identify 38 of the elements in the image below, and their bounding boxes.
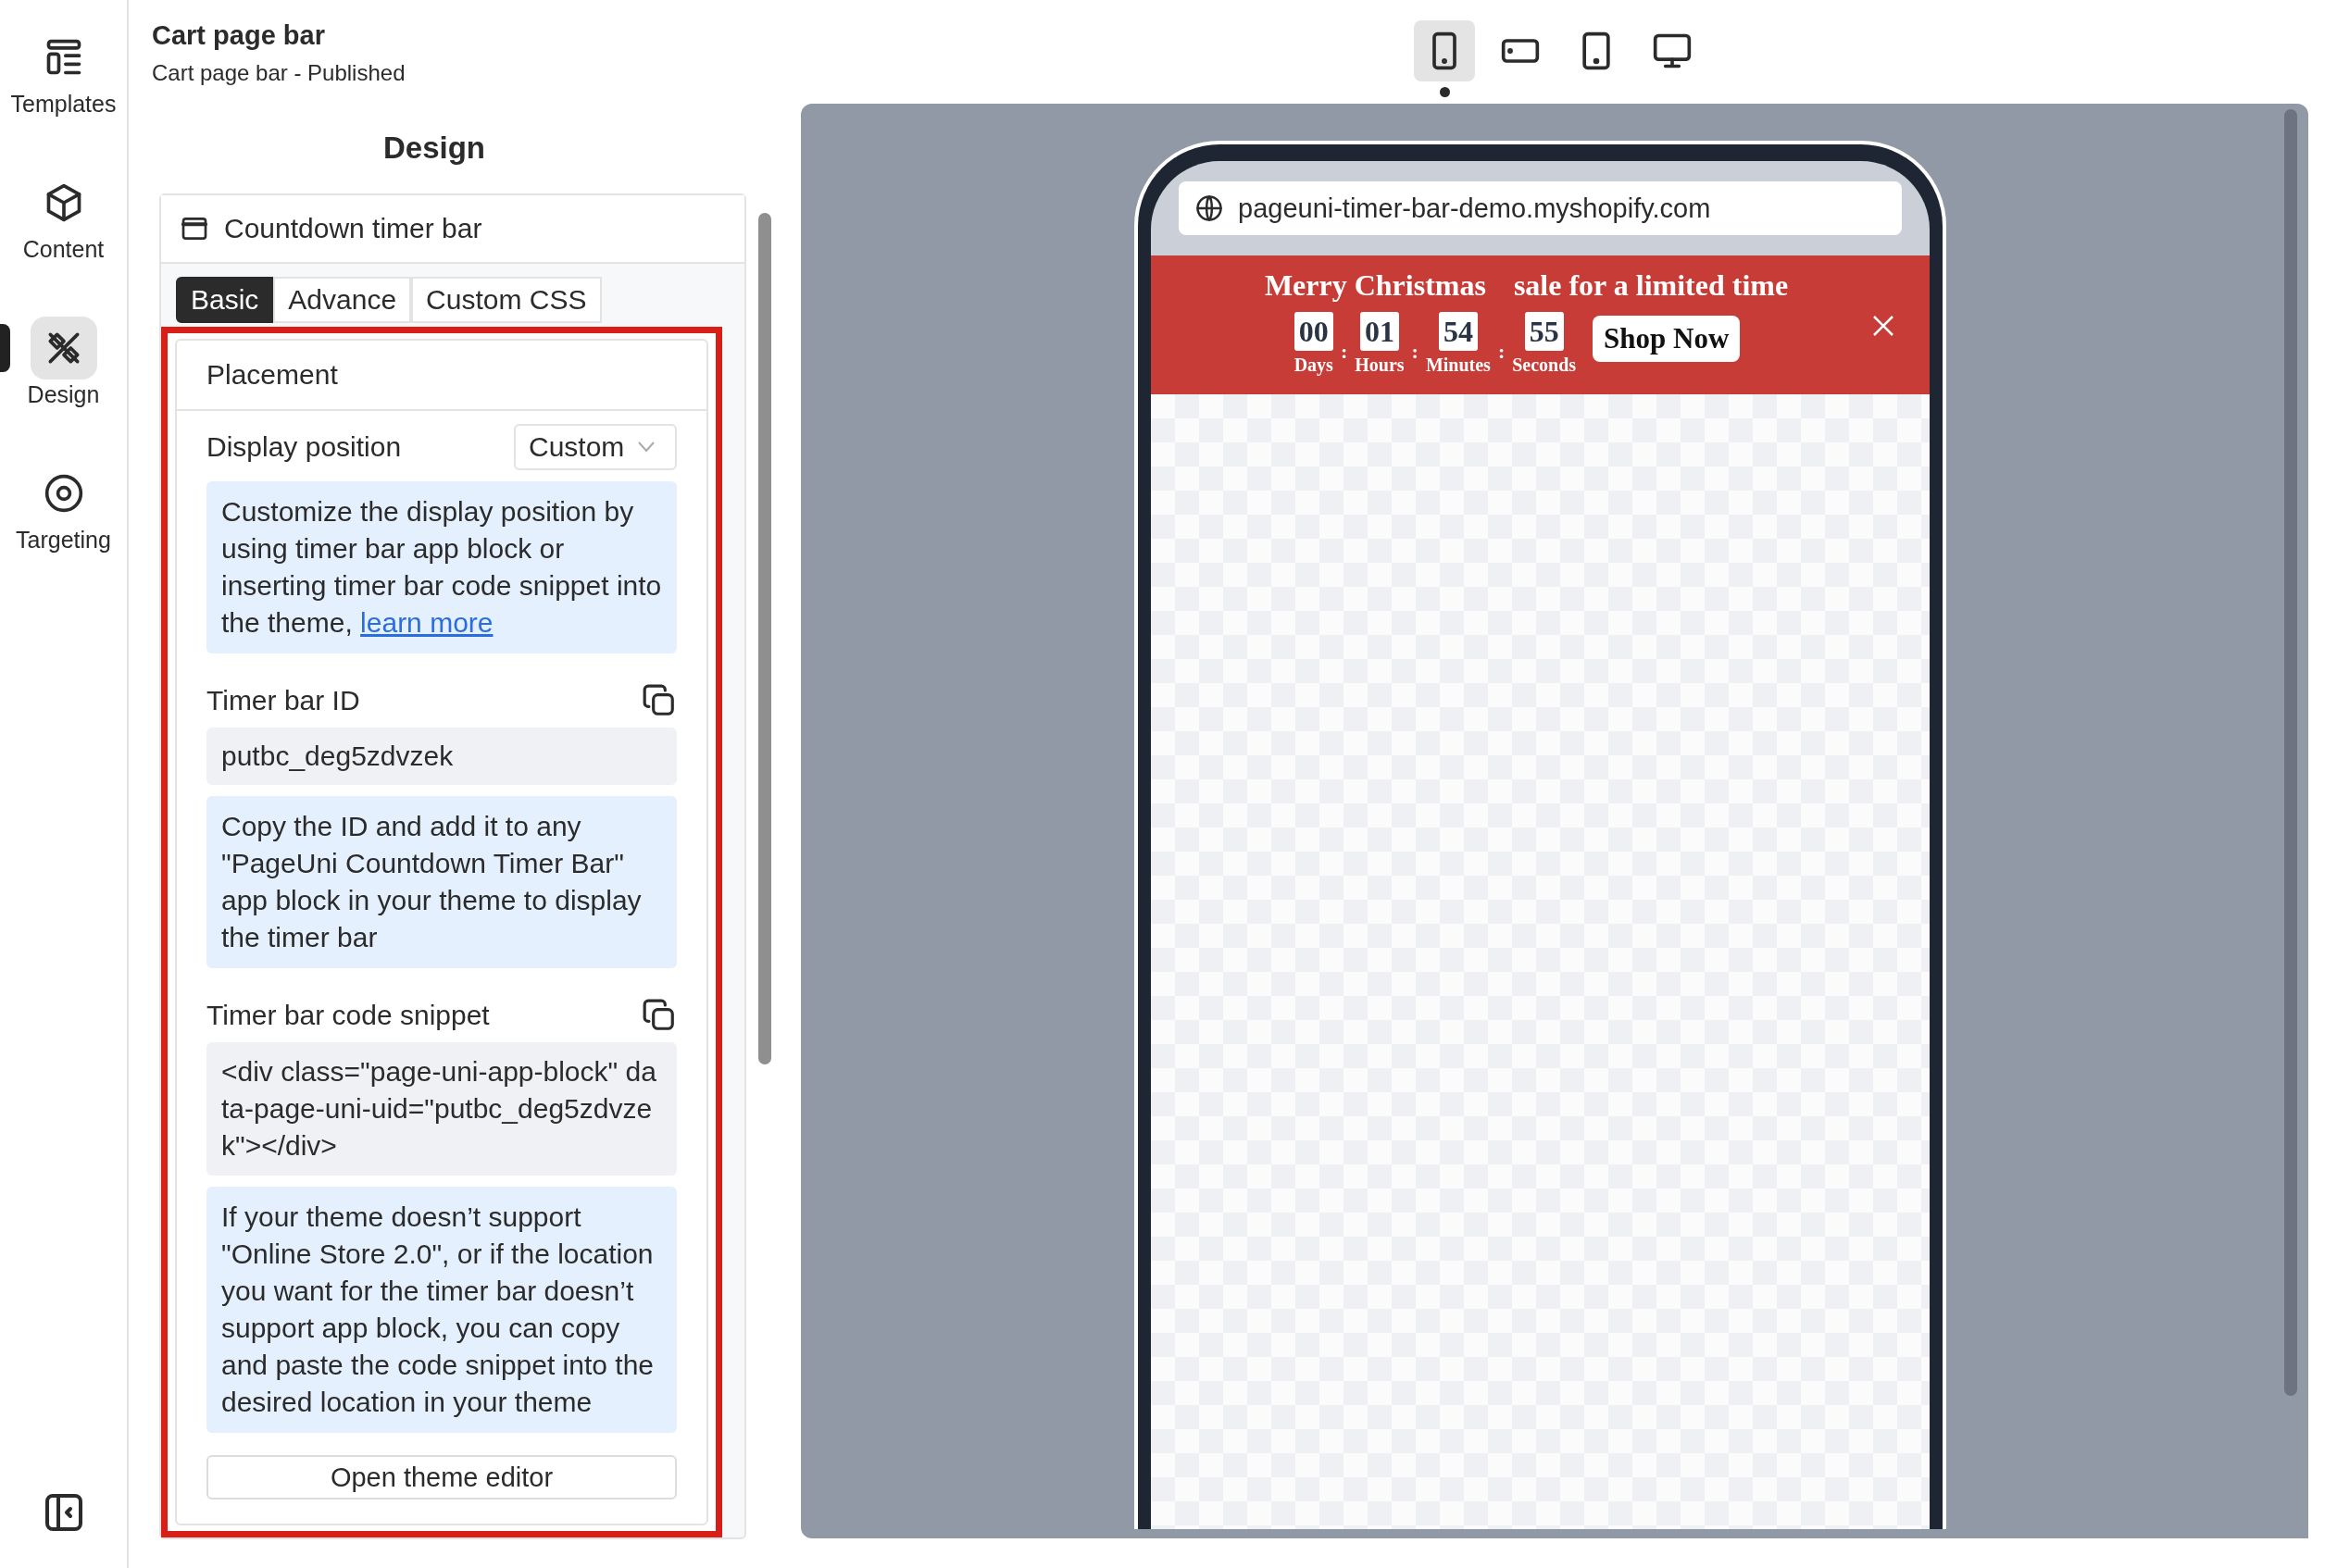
info-note: Customize the display position by using timer bar app block or inserting timer bar code snippet into the theme, learn more	[206, 481, 677, 653]
position-dropdown[interactable]: Custom	[514, 424, 677, 470]
colon-separator: :	[1411, 340, 1418, 364]
tab[interactable]: Basic	[176, 277, 274, 323]
colon-separator: :	[1497, 340, 1506, 364]
countdown-digits: 54	[1438, 312, 1478, 351]
tab[interactable]: Custom CSS	[411, 277, 602, 323]
countdown-digits: 00	[1293, 312, 1333, 351]
field-label: Timer bar ID	[206, 685, 360, 716]
open-theme-editor-button[interactable]: Open theme editor	[206, 1455, 677, 1500]
nav-item[interactable]: Templates	[0, 26, 128, 118]
field-label: Display position	[206, 431, 402, 463]
banner-subtitle: sale for a limited time	[1513, 268, 1789, 303]
url-text: pageuni-timer-bar-demo.myshopify.com	[1238, 193, 1711, 224]
colon-separator: :	[1340, 340, 1348, 364]
info-note: If your theme doesn’t support "Online Store 2.0", or if the location you want for the timer bar doesn’t support app block, you can copy and paste the code snippet into the desired location in your theme	[206, 1187, 677, 1433]
countdown-unit: Hours	[1355, 355, 1405, 376]
countdown-unit: Seconds	[1512, 355, 1577, 376]
tab[interactable]: Advance	[273, 277, 412, 323]
shop-now-button[interactable]: Shop Now	[1593, 316, 1741, 362]
nav-item[interactable]: Targeting	[0, 462, 128, 554]
countdown-unit: Minutes	[1425, 355, 1491, 376]
nav-item[interactable]: Design	[0, 317, 128, 408]
panel-heading: Design	[382, 131, 486, 166]
page-title: Cart page bar	[152, 20, 326, 51]
info-note: Copy the ID and add it to any "PageUni Countdown Timer Bar" app block in your theme to display the timer bar	[206, 796, 677, 968]
countdown-unit: Days	[1293, 355, 1333, 376]
timer-id-field[interactable]: putbc_deg5zdvzek	[206, 728, 677, 785]
countdown-digits: 55	[1524, 312, 1564, 351]
banner-title: Merry Christmas	[1264, 268, 1486, 303]
page-subtitle: Cart page bar - Published	[152, 60, 406, 86]
learn-more-link[interactable]: learn more	[360, 607, 494, 638]
section-title: Placement	[177, 341, 706, 411]
field-label: Timer bar code snippet	[206, 1000, 490, 1031]
countdown-digits: 01	[1359, 312, 1399, 351]
code-snippet-field[interactable]: <div class="page-uni-app-block" data-page-uni-uid="putbc_deg5zdvzek"></div>	[206, 1042, 677, 1176]
card-title: Countdown timer bar	[224, 213, 482, 244]
nav-item[interactable]: Content	[0, 171, 128, 263]
